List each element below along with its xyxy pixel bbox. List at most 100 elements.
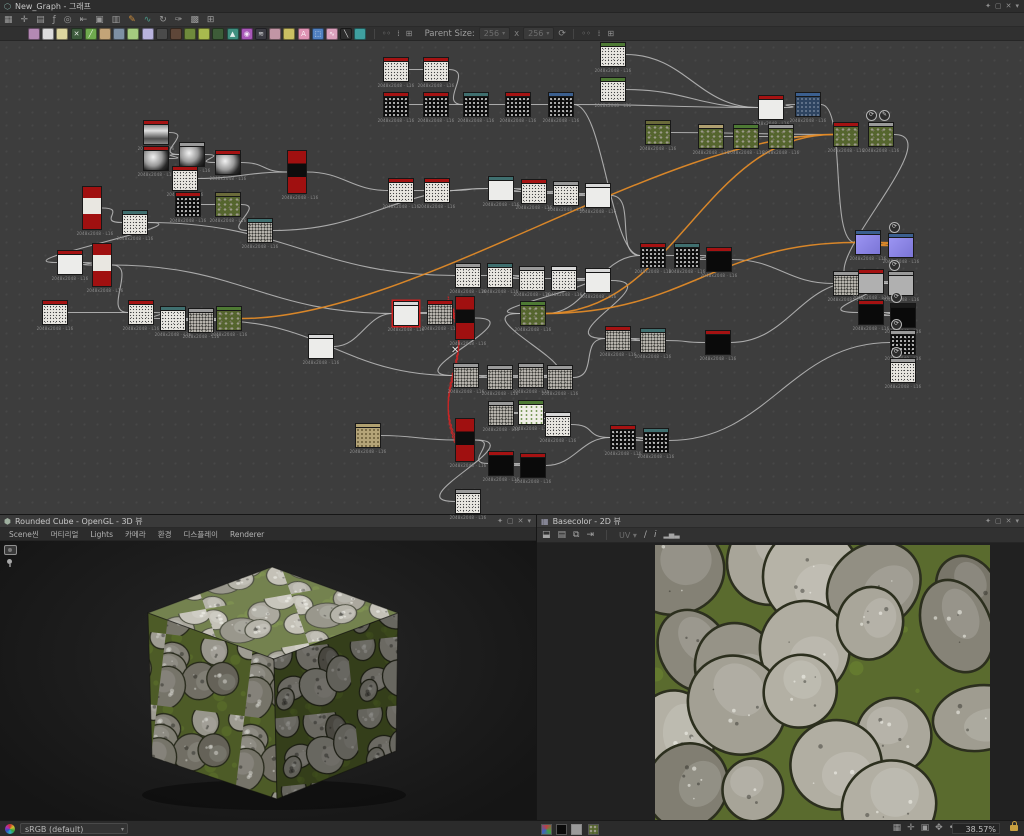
view3d-menu-4[interactable]: 카메라 [119, 529, 152, 540]
colorspace-select[interactable]: sRGB (default) ▾ [20, 823, 128, 834]
graph-node[interactable]: 2048x2048 · L16 [833, 271, 859, 296]
graph-node[interactable]: 2048x2048 · L16 [388, 178, 414, 203]
graph-node[interactable]: 2048x2048 · L16 [640, 328, 666, 353]
graph-node[interactable]: 2048x2048 · L16 [92, 243, 112, 287]
graph-node[interactable]: 2048x2048 · L16 [519, 266, 545, 291]
graph-node[interactable]: 2048x2048 · L16 [455, 263, 481, 288]
graph-node[interactable]: 2048x2048 · L16 [308, 334, 334, 359]
graph-node[interactable]: 2048x2048 · L16 [487, 365, 513, 390]
graph-node[interactable]: 2048x2048 · L16 [423, 57, 449, 82]
graph-node[interactable]: 2048x2048 · L16 [505, 92, 531, 117]
graph-node[interactable]: 2048x2048 · L16 [487, 263, 513, 288]
grid-icon[interactable]: ▦ [893, 823, 902, 833]
graph-node[interactable]: 2048x2048 · L16 [128, 300, 154, 325]
graph-node[interactable]: 2048x2048 · L16 [42, 300, 68, 325]
graph-node[interactable]: 2048x2048 · L16 [640, 243, 666, 268]
graph-node[interactable]: 2048x2048 · L16 [645, 120, 671, 145]
graph-node[interactable]: 2048x2048 · L16 [855, 230, 881, 255]
graph-node[interactable]: 2048x2048 · L16 [423, 92, 449, 117]
pin-icon[interactable]: ✦ [985, 517, 991, 525]
edit-node-icon[interactable]: ✎ [879, 110, 890, 121]
pin-icon[interactable]: ✦ [497, 517, 503, 525]
view3d-menu-5[interactable]: 환경 [152, 529, 178, 540]
view3d-menu-7[interactable]: Renderer [224, 530, 270, 539]
float-icon[interactable]: ▢ [995, 517, 1002, 525]
camera-overlay-icon[interactable] [4, 545, 17, 555]
channel-gray-swatch[interactable] [571, 824, 582, 835]
graph-node[interactable]: 2048x2048 · L16 [518, 400, 544, 425]
graph-node[interactable]: 2048x2048 · L16 [833, 122, 859, 147]
graph-node[interactable]: 2048x2048 · L16 [674, 243, 700, 268]
graph-node[interactable]: 2048x2048 · L16 [453, 363, 479, 388]
menu-chevron-icon[interactable]: ▾ [527, 517, 531, 525]
copy-icon[interactable]: ⧉ [573, 530, 579, 540]
graph-node[interactable]: 2048x2048 · L16 [553, 181, 579, 206]
graph-node[interactable]: 2048x2048 · L16 [698, 124, 724, 149]
graph-node[interactable]: 2048x2048 · L16 [600, 42, 626, 67]
graph-node[interactable]: 2048x2048 · L16 [795, 92, 821, 117]
view3d-viewport[interactable] [0, 541, 536, 820]
graph-node[interactable]: 2048x2048 · L16 [160, 306, 186, 331]
graph-node[interactable]: 2048x2048 · L16 [545, 412, 571, 437]
graph-node[interactable]: 2048x2048 · L16 [858, 300, 884, 325]
graph-node[interactable]: 2048x2048 · L16 [393, 301, 419, 326]
graph-node[interactable]: 2048x2048 · L16 [705, 330, 731, 355]
graph-node[interactable]: 2048x2048 · L16 [888, 271, 914, 296]
graph-node[interactable]: 2048x2048 · L16 [143, 120, 169, 145]
view3d-menu-3[interactable]: Lights [84, 530, 119, 539]
graph-node[interactable]: 2048x2048 · L16 [610, 425, 636, 450]
graph-node[interactable]: 2048x2048 · L16 [858, 269, 884, 294]
graph-node[interactable]: 2048x2048 · L16 [455, 489, 481, 514]
export-icon[interactable]: ⬓ [542, 530, 551, 540]
graph-node[interactable]: 2048x2048 · L16 [179, 142, 205, 167]
graph-node[interactable]: 2048x2048 · L16 [585, 268, 611, 293]
channel-black-swatch[interactable] [556, 824, 567, 835]
graph-node[interactable]: 2048x2048 · L16 [605, 326, 631, 351]
graph-node[interactable]: 2048x2048 · L16 [172, 166, 198, 191]
graph-node[interactable]: 2048x2048 · L16 [215, 192, 241, 217]
graph-node[interactable]: 2048x2048 · L16 [215, 150, 241, 175]
graph-node[interactable]: 2048x2048 · L16 [247, 218, 273, 243]
channel-rgb-swatch[interactable] [541, 824, 552, 835]
close-icon[interactable]: ✕ [1006, 517, 1012, 525]
graph-node[interactable]: 2048x2048 · L16 [488, 176, 514, 201]
graph-node[interactable]: 2048x2048 · L16 [551, 266, 577, 291]
pan-icon[interactable]: ✥ [935, 823, 943, 833]
slash-icon[interactable]: ∕ [644, 530, 647, 540]
view3d-menu-2[interactable]: 머티리얼 [45, 529, 85, 540]
graph-node[interactable]: 2048x2048 · L16 [585, 183, 611, 208]
graph-node[interactable]: 2048x2048 · L16 [758, 95, 784, 120]
float-icon[interactable]: ▢ [507, 517, 514, 525]
graph-node[interactable]: 2048x2048 · L16 [455, 296, 475, 340]
graph-node[interactable]: 2048x2048 · L16 [188, 308, 214, 333]
uv-select[interactable]: UV ▾ [619, 531, 637, 540]
graph-node[interactable]: 2048x2048 · L16 [643, 428, 669, 453]
graph-node[interactable]: 2048x2048 · L16 [143, 146, 169, 171]
histogram-icon[interactable]: ▂▅▃ [663, 531, 679, 539]
view3d-menu-1[interactable]: Scene씬 [3, 529, 45, 540]
graph-node[interactable]: 2048x2048 · L16 [216, 306, 242, 331]
graph-node[interactable]: 2048x2048 · L16 [383, 92, 409, 117]
graph-node[interactable]: 2048x2048 · L16 [287, 150, 307, 194]
graph-node[interactable]: 2048x2048 · L16 [383, 57, 409, 82]
graph-node[interactable]: 2048x2048 · L16 [82, 186, 102, 230]
graph-node[interactable]: 2048x2048 · L16 [890, 358, 916, 383]
graph-node[interactable]: 2048x2048 · L16 [488, 401, 514, 426]
graph-node[interactable]: 2048x2048 · L16 [768, 124, 794, 149]
graph-node[interactable]: 2048x2048 · L16 [600, 77, 626, 102]
graph-node[interactable]: 2048x2048 · L16 [463, 92, 489, 117]
graph-node[interactable]: 2048x2048 · L16 [733, 124, 759, 149]
graph-node[interactable]: 2048x2048 · L16 [548, 92, 574, 117]
graph-node[interactable]: 2048x2048 · L16 [520, 301, 546, 326]
menu-chevron-icon[interactable]: ▾ [1015, 517, 1019, 525]
channel-thumbnail-swatch[interactable] [588, 824, 599, 835]
graph-node[interactable]: 2048x2048 · L16 [488, 451, 514, 476]
graph-node[interactable]: 2048x2048 · L16 [175, 192, 201, 217]
send-icon[interactable]: ⇥ [586, 530, 594, 540]
graph-node[interactable]: 2048x2048 · L16 [520, 453, 546, 478]
graph-node[interactable]: 2048x2048 · L16 [122, 210, 148, 235]
link-node-icon[interactable]: ⟳ [866, 110, 877, 121]
graph-node[interactable]: 2048x2048 · L16 [355, 423, 381, 448]
graph-node[interactable]: 2048x2048 · L16 [427, 300, 453, 325]
light-overlay-icon[interactable] [7, 559, 12, 564]
